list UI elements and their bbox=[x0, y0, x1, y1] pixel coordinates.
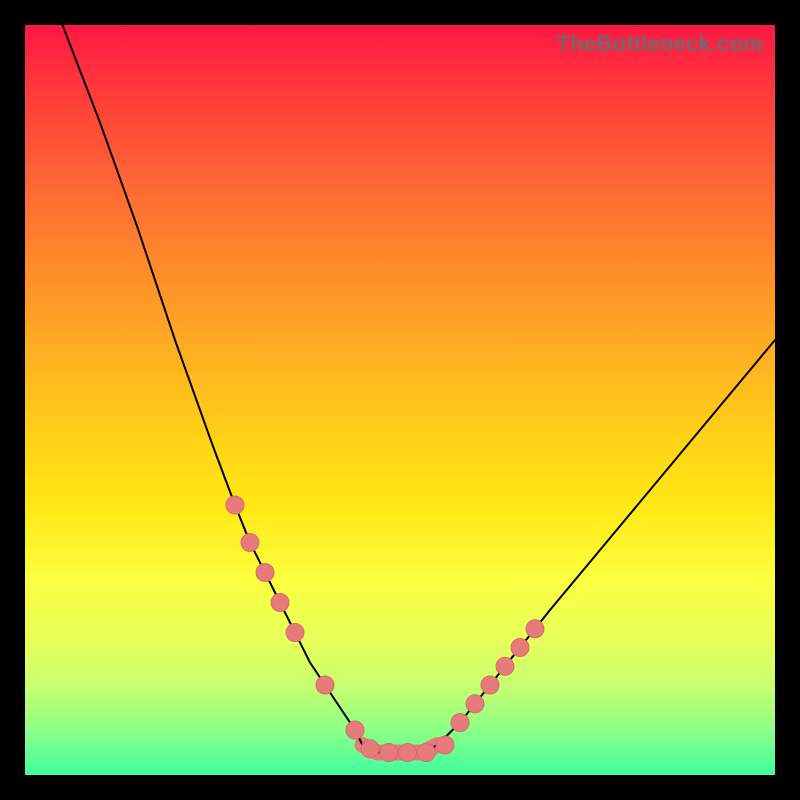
marker-dot bbox=[466, 695, 484, 713]
marker-dot bbox=[451, 714, 469, 732]
marker-dot bbox=[526, 620, 544, 638]
marker-dots bbox=[226, 496, 544, 762]
bottleneck-curve bbox=[63, 25, 776, 753]
curve-layer bbox=[25, 25, 775, 775]
marker-dot bbox=[271, 594, 289, 612]
marker-dot bbox=[346, 721, 364, 739]
marker-dot bbox=[511, 639, 529, 657]
marker-dot bbox=[316, 676, 334, 694]
marker-dot bbox=[399, 744, 417, 762]
marker-dot bbox=[481, 676, 499, 694]
marker-dot bbox=[241, 534, 259, 552]
marker-dot bbox=[256, 564, 274, 582]
marker-dot bbox=[496, 657, 514, 675]
chart-frame: TheBottleneck.com bbox=[0, 0, 800, 800]
marker-dot bbox=[380, 744, 398, 762]
marker-dot bbox=[361, 740, 379, 758]
marker-dot bbox=[226, 496, 244, 514]
marker-dot bbox=[286, 624, 304, 642]
plot-area: TheBottleneck.com bbox=[25, 25, 775, 775]
marker-dot bbox=[417, 744, 435, 762]
marker-dot bbox=[436, 736, 454, 754]
